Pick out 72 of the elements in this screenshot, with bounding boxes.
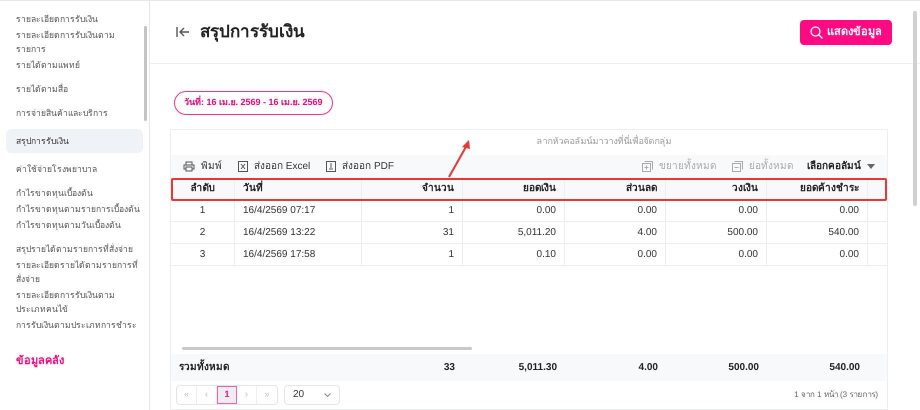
table-cell: 540.00 bbox=[767, 222, 868, 242]
table-cell: 31 bbox=[362, 222, 463, 242]
sidebar-item[interactable]: รายละเอียดการรับเงินตามรายการ bbox=[6, 27, 143, 57]
table-cell: 5,011.20 bbox=[463, 222, 565, 242]
sidebar-item[interactable]: รายละเอียดการรับเงินตามประเภทคนไข้ bbox=[6, 287, 143, 317]
column-header: ส่วนลด bbox=[565, 178, 666, 198]
table-cell: 16/4/2569 17:58 bbox=[235, 244, 362, 264]
show-data-button[interactable]: แสดงข้อมูล bbox=[800, 20, 892, 44]
totals-label: รวมทั้งหมด bbox=[171, 360, 362, 374]
sidebar-item[interactable]: รายได้ตามสื่อ bbox=[6, 81, 143, 97]
table-cell: 16/4/2569 13:22 bbox=[235, 222, 362, 242]
sidebar-item[interactable]: ค่าใช้จ่ายโรงพยาบาล bbox=[6, 161, 143, 177]
table-cell: 1 bbox=[362, 244, 463, 264]
print-button[interactable]: พิมพ์ bbox=[183, 158, 222, 174]
pdf-file-icon bbox=[326, 160, 336, 172]
table-cell: 4.00 bbox=[565, 222, 666, 242]
pager-summary: 1 จาก 1 หน้า (3 รายการ) bbox=[794, 388, 878, 400]
back-icon[interactable] bbox=[176, 26, 190, 38]
column-header: วงเงิน bbox=[666, 178, 767, 198]
table-cell: 0.00 bbox=[565, 200, 666, 220]
table-cell: 3 bbox=[171, 244, 235, 264]
group-panel-hint: ลากหัวคอลัมน์มาวางที่นี่เพื่อจัดกลุ่ม bbox=[536, 135, 672, 148]
table-cell: 500.00 bbox=[666, 222, 767, 242]
caret-down-icon bbox=[867, 164, 875, 168]
column-header: ลำดับ bbox=[171, 178, 235, 198]
page-scrollbar[interactable] bbox=[913, 11, 917, 206]
printer-icon bbox=[183, 160, 195, 172]
column-chooser-button[interactable]: เลือกคอลัมน์ bbox=[807, 158, 875, 174]
sidebar-item[interactable]: สรุปรายได้ตามรายการที่สั่งจ่าย bbox=[6, 241, 143, 257]
table-cell: 0.10 bbox=[463, 244, 565, 264]
sidebar-item[interactable]: การรับเงินตามประเภทการชำระ bbox=[6, 317, 143, 333]
search-icon bbox=[810, 26, 823, 38]
table-cell: 1 bbox=[362, 200, 463, 220]
total-value: 500.00 bbox=[727, 360, 760, 374]
excel-button[interactable]: ส่งออก Excel bbox=[238, 158, 310, 174]
annotation-arrow bbox=[447, 138, 473, 178]
chevron-down-icon bbox=[324, 392, 331, 396]
total-value: 4.00 bbox=[638, 360, 659, 374]
table-cell: 16/4/2569 07:17 bbox=[235, 200, 362, 220]
total-value: 33 bbox=[442, 360, 456, 374]
collapse-all-icon bbox=[732, 160, 743, 172]
page-title: สรุปการรับเงิน bbox=[200, 21, 305, 44]
sidebar-item[interactable]: รายได้ตามแพทย์ bbox=[6, 57, 143, 73]
sidebar-scrollbar[interactable] bbox=[144, 26, 147, 121]
column-header: ยอดค้างชำระ bbox=[767, 178, 868, 198]
table-cell: 0.00 bbox=[767, 244, 868, 264]
total-value: 540.00 bbox=[828, 360, 861, 374]
horizontal-scrollbar[interactable] bbox=[182, 346, 472, 350]
sidebar-item[interactable]: กำไรขาดทุนเบื้องต้น bbox=[6, 185, 143, 201]
total-value: 5,011.30 bbox=[518, 360, 558, 374]
sidebar-item[interactable]: รายละเอียดรายได้ตามรายการที่สั่งจ่าย bbox=[6, 257, 143, 287]
spreadsheet-file-icon bbox=[238, 160, 248, 172]
pdf-button[interactable]: ส่งออก PDF bbox=[326, 158, 394, 174]
date-range-badge: วันที่: 16 เม.ย. 2569 - 16 เม.ย. 2569 bbox=[174, 91, 333, 114]
table-cell: 1 bbox=[171, 200, 235, 220]
column-header: ยอดเงิน bbox=[463, 178, 565, 198]
expand-all-icon bbox=[642, 160, 653, 172]
sidebar-item[interactable]: สรุปการรับเงิน bbox=[6, 129, 143, 153]
page-size-select[interactable]: 20 bbox=[284, 384, 340, 404]
sidebar-item[interactable]: กำไรขาดทุนตามรายการเบื้องต้น bbox=[6, 201, 143, 217]
column-header: วันที่ bbox=[235, 178, 362, 198]
table-cell: 0.00 bbox=[463, 200, 565, 220]
table-cell: 0.00 bbox=[666, 200, 767, 220]
sidebar-section-title: ข้อมูลคลัง bbox=[15, 354, 65, 370]
sidebar-item[interactable]: รายละเอียดการรับเงิน bbox=[6, 11, 143, 27]
table-cell: 2 bbox=[171, 222, 235, 242]
table-cell: 0.00 bbox=[565, 244, 666, 264]
sidebar-item[interactable]: การจ่ายสินค้าและบริการ bbox=[6, 105, 143, 121]
table-cell: 0.00 bbox=[666, 244, 767, 264]
sidebar-item[interactable]: กำไรขาดทุนตามวันเบื้องต้น bbox=[6, 217, 143, 233]
column-header: จำนวน bbox=[362, 178, 463, 198]
table-cell: 0.00 bbox=[767, 200, 868, 220]
